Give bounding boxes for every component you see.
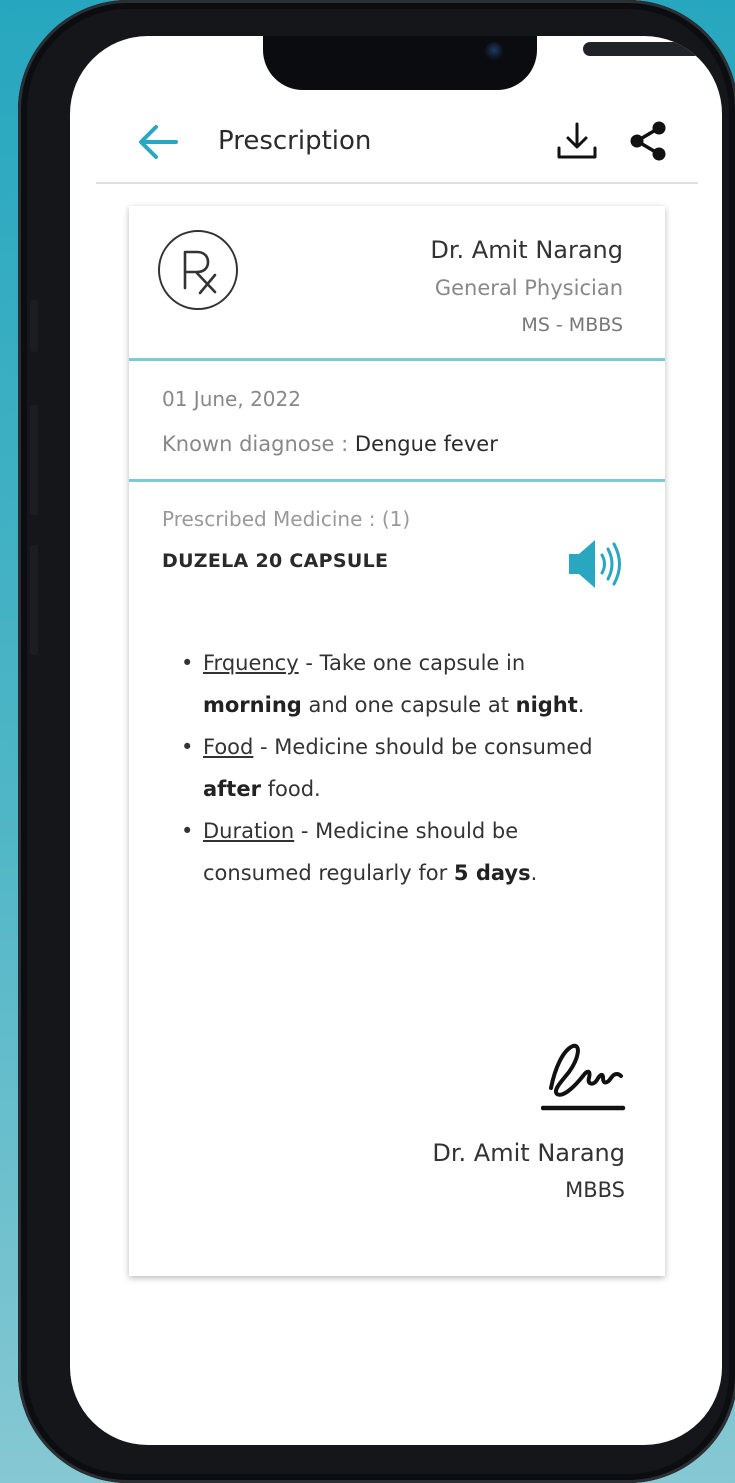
divider <box>129 479 665 482</box>
food-label: Food <box>203 735 254 759</box>
volume-down-button <box>30 545 38 655</box>
frequency-text: - Take one capsule in <box>298 651 526 675</box>
frequency-morning: morning <box>203 693 302 717</box>
duration-days: 5 days <box>453 861 531 885</box>
screen: Prescription Dr. Amit Narang General Phy… <box>70 36 722 1445</box>
instructions-list: • Frquency - Take one capsule in morning … <box>181 642 621 894</box>
medicine-name: DUZELA 20 CAPSULE <box>162 550 389 572</box>
speaker-icon[interactable] <box>565 536 625 592</box>
back-arrow-icon[interactable] <box>136 122 180 162</box>
download-icon[interactable] <box>555 120 599 162</box>
list-item: • Frquency - Take one capsule in morning … <box>181 651 585 717</box>
prescribed-medicine-label: Prescribed Medicine : (1) <box>162 507 411 531</box>
duration-text: . <box>530 861 538 885</box>
frequency-label: Frquency <box>203 651 299 675</box>
diagnosis: Known diagnose : Dengue fever <box>162 432 498 456</box>
frequency-text: . <box>577 693 585 717</box>
front-camera <box>485 42 503 60</box>
doctor-specialty: General Physician <box>434 276 623 300</box>
prescription-card: Dr. Amit Narang General Physician MS - M… <box>129 206 665 1276</box>
volume-up-button <box>30 405 38 515</box>
frequency-night: night <box>515 693 578 717</box>
diagnosis-label: Known diagnose : <box>162 432 355 456</box>
duration-label: Duration <box>203 819 295 843</box>
doctor-name: Dr. Amit Narang <box>430 236 623 264</box>
app-bar: Prescription <box>96 104 698 184</box>
rx-icon <box>158 230 238 310</box>
divider <box>129 358 665 361</box>
food-text: food. <box>260 777 321 801</box>
signature-icon <box>540 1036 627 1116</box>
earpiece <box>583 42 701 56</box>
list-item: • Duration - Medicine should be consumed … <box>181 819 538 885</box>
share-icon[interactable] <box>628 120 668 162</box>
food-after: after <box>203 777 261 801</box>
prescription-date: 01 June, 2022 <box>162 387 301 411</box>
signature-degree: MBBS <box>565 1178 625 1202</box>
page-title: Prescription <box>218 126 372 156</box>
list-item: • Food - Medicine should be consumed afte… <box>181 735 593 801</box>
doctor-degree: MS - MBBS <box>521 314 623 336</box>
notch <box>263 36 701 90</box>
food-text: - Medicine should be consumed <box>253 735 593 759</box>
diagnosis-value: Dengue fever <box>354 432 498 456</box>
frequency-text: and one capsule at <box>301 693 516 717</box>
mute-switch <box>30 300 38 352</box>
signature-name: Dr. Amit Narang <box>432 1139 625 1167</box>
phone-frame: Prescription Dr. Amit Narang General Phy… <box>18 0 735 1483</box>
